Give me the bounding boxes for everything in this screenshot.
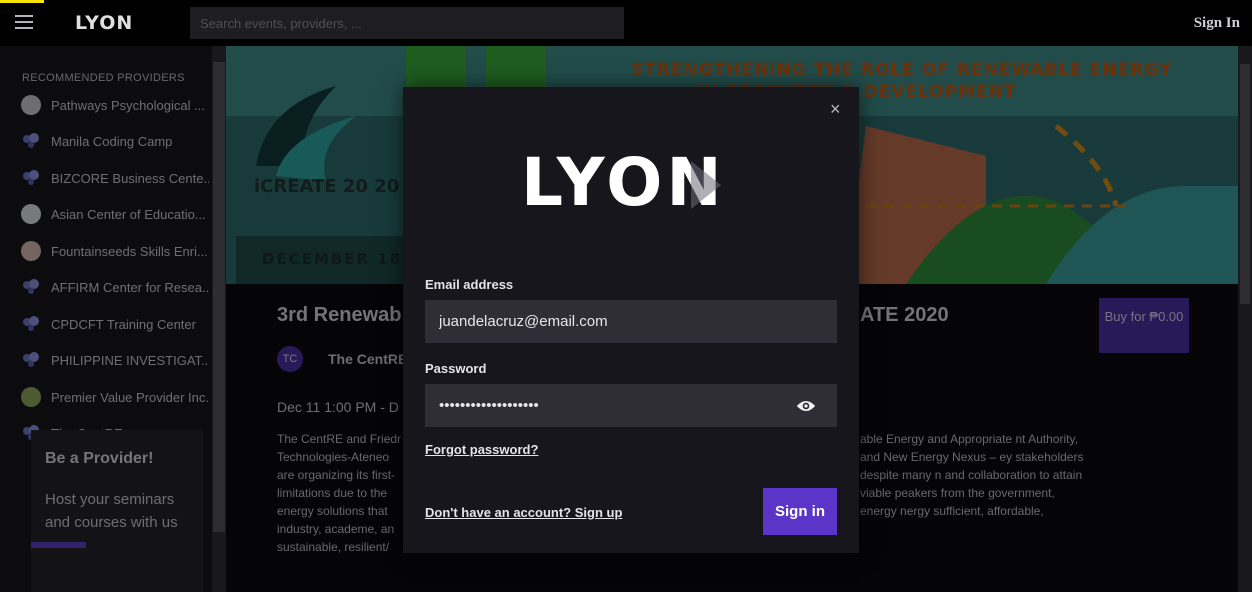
sign-in-link[interactable]: Sign In [1194, 15, 1240, 32]
email-field[interactable] [425, 300, 837, 343]
forgot-password-link[interactable]: Forgot password? [425, 442, 538, 457]
lyon-logo: LYON [521, 144, 722, 221]
sign-up-link[interactable]: Don't have an account? Sign up [425, 505, 622, 520]
menu-icon[interactable] [15, 15, 33, 29]
sign-in-modal: × LYON Email address Password Forgot pas… [403, 87, 859, 553]
search-input[interactable] [190, 7, 624, 39]
highlight-marker [0, 0, 44, 3]
top-bar: LYON Sign In [0, 0, 1252, 46]
password-field[interactable] [425, 384, 837, 427]
close-icon[interactable]: × [830, 99, 841, 120]
password-label: Password [425, 361, 487, 376]
sign-in-button[interactable]: Sign in [763, 488, 837, 535]
app-logo[interactable]: LYON [75, 12, 133, 34]
show-password-icon[interactable] [796, 398, 816, 414]
email-label: Email address [425, 277, 514, 292]
